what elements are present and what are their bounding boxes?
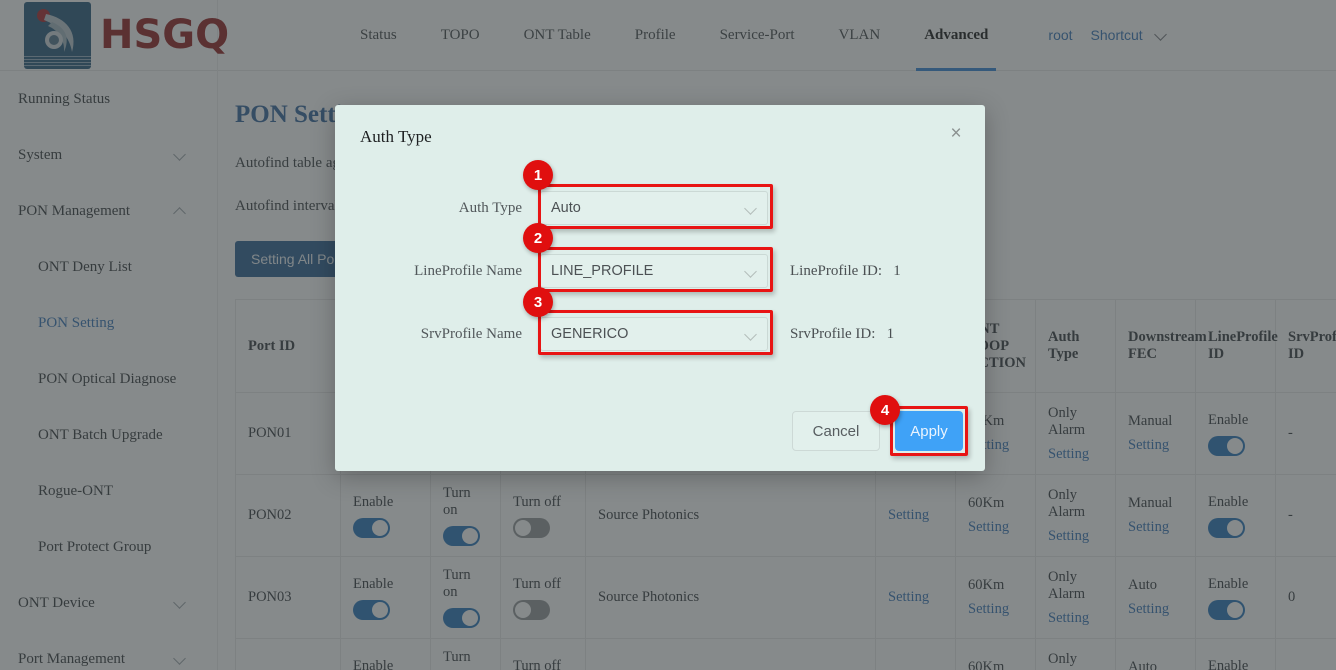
step-badge-1: 1 <box>523 160 553 190</box>
chevron-down-icon <box>746 330 757 341</box>
auth-type-select[interactable]: Auto <box>540 191 768 225</box>
srvprofile-label: SrvProfile Name <box>335 326 540 343</box>
lineprofile-value: LINE_PROFILE <box>551 263 653 279</box>
field-row-auth-type: Auth Type Auto <box>335 191 985 225</box>
apply-button[interactable]: Apply <box>895 411 963 451</box>
app-root: HSGQ Status TOPO ONT Table Profile Servi… <box>0 0 1336 670</box>
auth-type-value: Auto <box>551 200 581 216</box>
chevron-down-icon <box>746 204 757 215</box>
srvprofile-id-note: SrvProfile ID: 1 <box>790 326 894 343</box>
step-badge-2: 2 <box>523 223 553 253</box>
field-row-lineprofile: LineProfile Name LINE_PROFILE LineProfil… <box>335 254 985 288</box>
srvprofile-select[interactable]: GENERICO <box>540 317 768 351</box>
lineprofile-label: LineProfile Name <box>335 263 540 280</box>
auth-type-label: Auth Type <box>335 200 540 217</box>
auth-type-dialog: Auth Type × Auth Type Auto LineProfile N… <box>335 105 985 471</box>
lineprofile-select[interactable]: LINE_PROFILE <box>540 254 768 288</box>
step-badge-4: 4 <box>870 395 900 425</box>
field-row-srvprofile: SrvProfile Name GENERICO SrvProfile ID: … <box>335 317 985 351</box>
srvprofile-value: GENERICO <box>551 326 628 342</box>
dialog-title: Auth Type <box>360 127 432 147</box>
close-icon[interactable]: × <box>946 124 966 144</box>
chevron-down-icon <box>746 267 757 278</box>
lineprofile-id-note: LineProfile ID: 1 <box>790 263 901 280</box>
cancel-button[interactable]: Cancel <box>792 411 880 451</box>
step-badge-3: 3 <box>523 287 553 317</box>
